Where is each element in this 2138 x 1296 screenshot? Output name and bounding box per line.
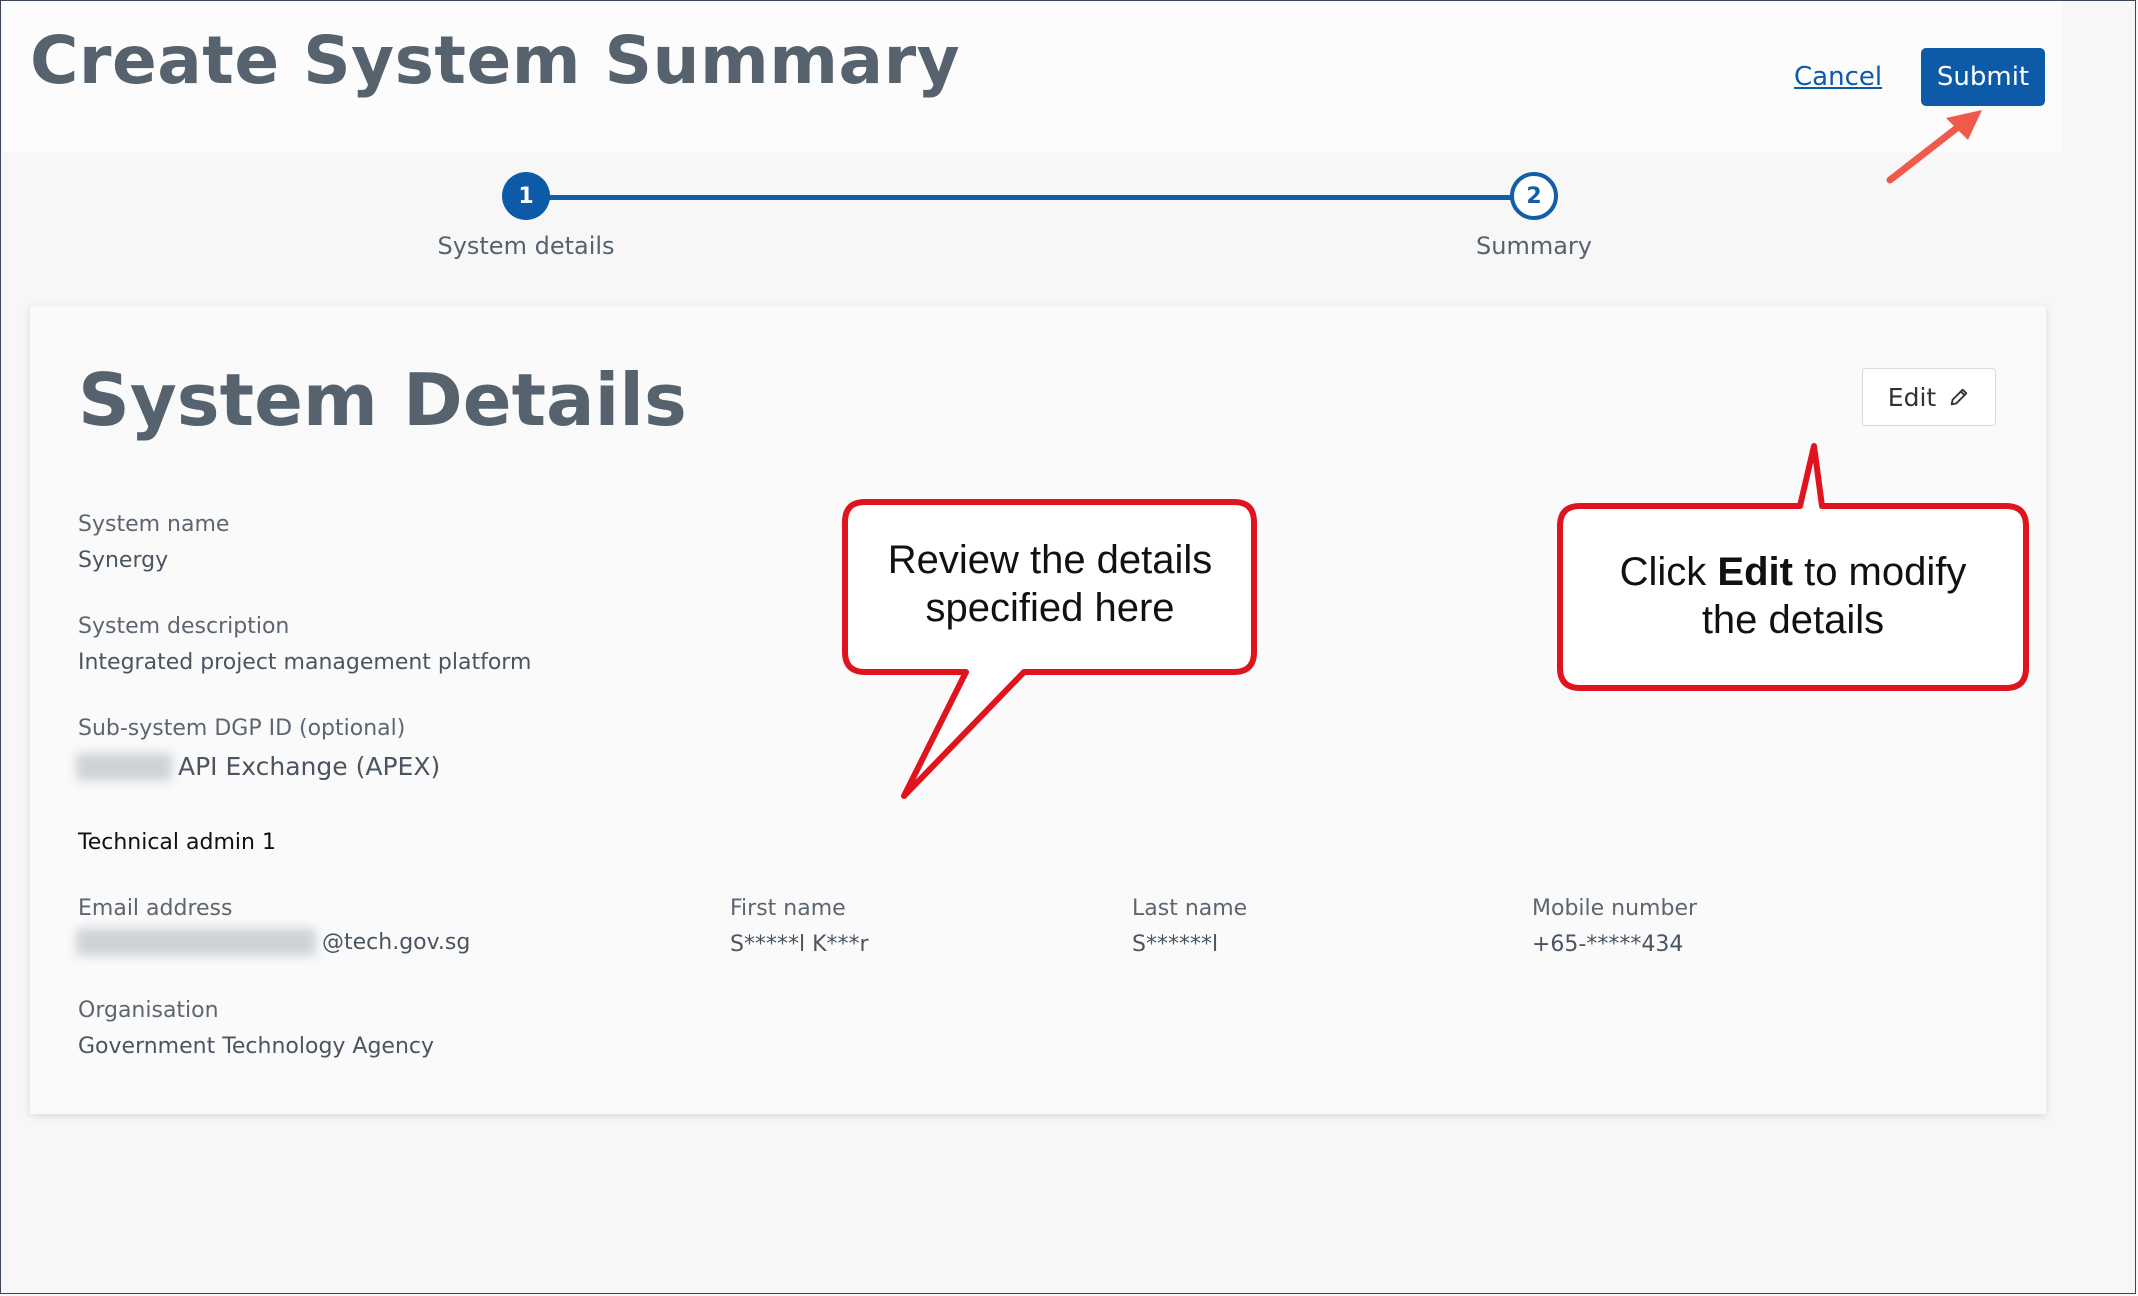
email-value-row: @tech.gov.sg: [76, 928, 470, 956]
edit-callout-line2: the details: [1701, 598, 1885, 642]
sub-system-value: API Exchange (APEX): [178, 752, 441, 781]
step-2-label: Summary: [1476, 232, 1592, 260]
system-description-label: System description: [78, 614, 290, 639]
step-1-label: System details: [437, 232, 615, 260]
sub-system-label: Sub-system DGP ID (optional): [78, 716, 406, 741]
review-callout-line2: specified here: [925, 586, 1175, 630]
edit-callout-post: to modify: [1792, 550, 1967, 594]
redacted-email: [76, 928, 316, 956]
mobile-value: +65-*****434: [1532, 932, 1684, 957]
review-callout-text: Review the details specified here: [888, 536, 1213, 632]
last-name-label: Last name: [1132, 896, 1248, 921]
last-name-value: S******l: [1132, 932, 1219, 957]
card-title: System Details: [78, 358, 687, 442]
step-1-indicator: 1: [502, 172, 550, 220]
cancel-link[interactable]: Cancel: [1794, 62, 1882, 92]
mobile-label: Mobile number: [1532, 896, 1698, 921]
edit-callout-bold: Edit: [1717, 550, 1793, 594]
system-name-label: System name: [78, 512, 230, 537]
review-callout-line1: Review the details: [887, 538, 1213, 582]
first-name-label: First name: [730, 896, 846, 921]
pencil-icon: [1950, 388, 1968, 406]
organisation-label: Organisation: [78, 998, 219, 1023]
email-value: @tech.gov.sg: [322, 929, 471, 955]
organisation-value: Government Technology Agency: [78, 1034, 435, 1059]
sub-system-value-row: API Exchange (APEX): [76, 752, 440, 781]
page-title: Create System Summary: [30, 22, 961, 99]
edit-callout-pre: Click: [1619, 550, 1718, 594]
edit-button[interactable]: Edit: [1862, 368, 1996, 426]
edit-callout-text: Click Edit to modify the details: [1620, 548, 1967, 644]
system-name-value: Synergy: [78, 548, 169, 573]
system-description-value: Integrated project management platform: [78, 650, 532, 675]
step-2-indicator: 2: [1510, 172, 1558, 220]
redacted-id: [76, 752, 172, 781]
technical-admin-heading: Technical admin 1: [78, 830, 276, 855]
edit-callout-line1: Click Edit to modify: [1620, 548, 1967, 596]
first-name-value: S*****l K***r: [730, 932, 869, 957]
stepper-progress-line: [526, 195, 1534, 200]
edit-button-label: Edit: [1887, 382, 1937, 412]
email-label: Email address: [78, 896, 233, 921]
submit-button[interactable]: Submit: [1921, 48, 2045, 106]
system-details-card: System Details Edit System name Synergy …: [30, 306, 2046, 1114]
